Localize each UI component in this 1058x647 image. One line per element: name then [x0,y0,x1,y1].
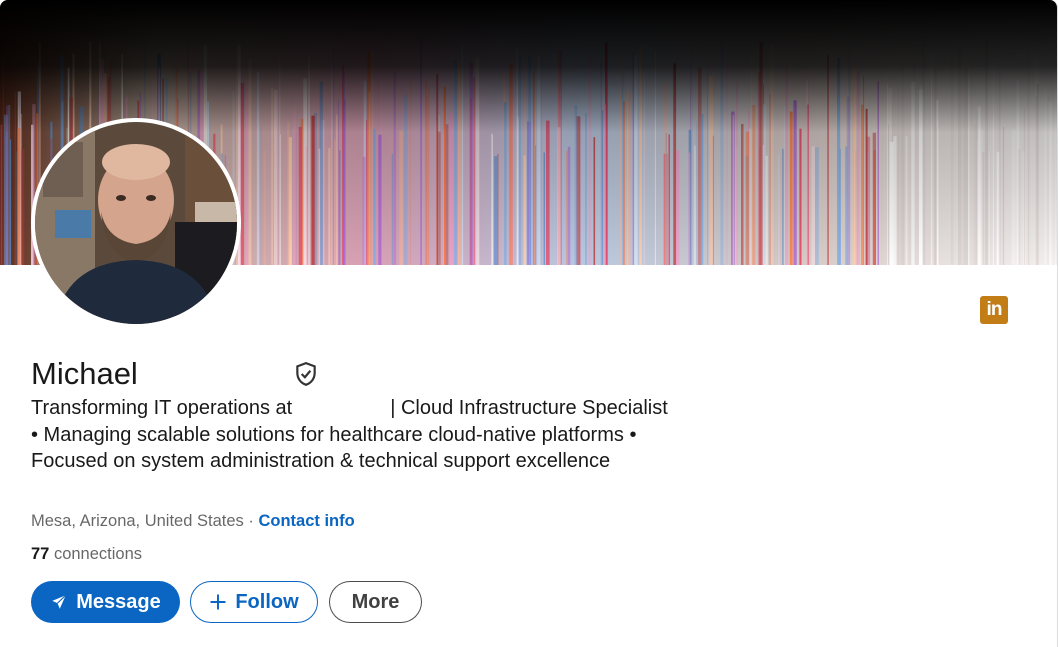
more-button-label: More [351,590,400,613]
message-button[interactable]: Message [31,581,180,623]
plus-icon [209,593,227,611]
contact-info-link[interactable]: Contact info [258,512,354,530]
avatar-photo [35,122,237,324]
location-text: Mesa, Arizona, United States [31,512,244,530]
profile-card: in Michael Transforming IT operations at… [0,0,1058,647]
message-button-label: Message [76,590,161,613]
linkedin-logo-icon[interactable]: in [980,296,1008,324]
shield-check-icon[interactable] [293,361,319,387]
more-button[interactable]: More [329,581,422,623]
connections-number: 77 [31,545,50,563]
connections-label: connections [49,545,143,563]
location-row: Mesa, Arizona, United States · Contact i… [31,509,355,533]
headline-part1: Transforming IT operations at [31,397,293,419]
profile-avatar[interactable] [31,118,241,328]
follow-button[interactable]: Follow [190,581,318,623]
profile-name: Michael [31,356,138,391]
profile-headline: Transforming IT operations at | Cloud Inf… [31,395,671,475]
location-separator: · [243,512,259,530]
connections-count[interactable]: 77 connections [31,542,142,566]
follow-button-label: Follow [235,590,299,613]
paper-plane-icon [50,593,68,611]
